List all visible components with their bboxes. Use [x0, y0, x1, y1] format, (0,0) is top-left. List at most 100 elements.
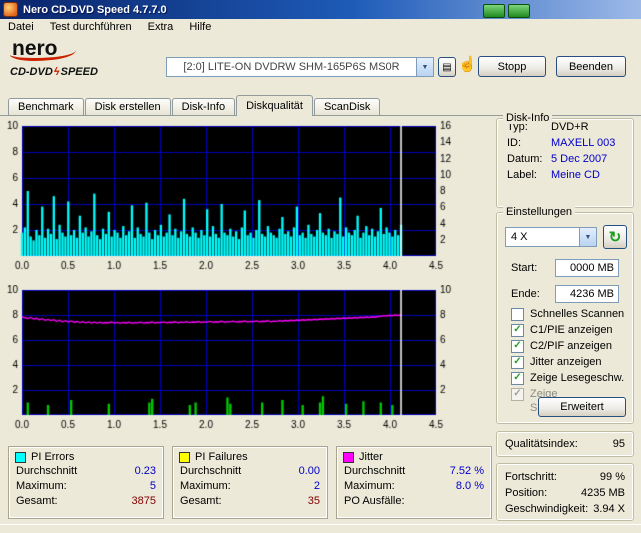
checkbox-label: Zeige Lesegeschw. [530, 372, 625, 384]
speed-value: 3.94 X [593, 503, 625, 515]
quality-index-value: 95 [612, 438, 625, 450]
tab-disk-erstellen[interactable]: Disk erstellen [84, 98, 171, 115]
checkbox-box [511, 308, 524, 321]
menu-datei[interactable]: Datei [0, 19, 42, 36]
pi-errors-swatch [15, 451, 26, 463]
checkbox-box: ✓ [511, 388, 524, 401]
pi-failures-stats-title: PI Failures [195, 451, 248, 463]
checkbox-label: Schnelles Scannen [530, 308, 625, 320]
pi-errors-stats-title: PI Errors [31, 451, 75, 463]
nero-logo: nero [12, 37, 58, 60]
jitter-swatch [343, 451, 354, 463]
quality-index-label: Qualitätsindex: [505, 438, 578, 450]
exit-button[interactable]: Beenden [556, 56, 626, 77]
pi-errors-stats: PI Errors Durchschnitt 0.23 Maximum: 5 Ges… [8, 446, 164, 519]
checkbox-label: Jitter anzeigen [530, 356, 602, 368]
title-bar: Nero CD-DVD Speed 4.7.7.0 [0, 0, 641, 19]
refresh-icon: ↻ [608, 229, 622, 246]
quality-index-panel: Qualitätsindex: 95 [496, 431, 634, 457]
stat-label: Durchschnitt [344, 465, 406, 477]
cdspeed-logo: CD-DVDϟSPEED [10, 66, 98, 78]
stat-value: 0.00 [298, 465, 320, 477]
settings-group: Einstellungen 4 X ▼ ↻ Start: Ende: Schne… [496, 206, 634, 424]
tab-disk-info[interactable]: Disk-Info [171, 98, 236, 115]
checkbox-jitter[interactable]: ✓ Jitter anzeigen [511, 355, 602, 369]
position-value: 4235 MB [580, 487, 625, 499]
stop-button[interactable]: Stopp [478, 56, 546, 77]
chevron-down-icon[interactable]: ▼ [579, 228, 596, 246]
menu-hilfe[interactable]: Hilfe [181, 19, 219, 36]
stat-value: 8.0 % [455, 480, 484, 492]
disk-type-value: DVD+R [551, 121, 589, 133]
minimize-button[interactable] [483, 4, 505, 18]
refresh-button[interactable]: ↻ [603, 225, 627, 249]
checkbox-schnelles-scannen[interactable]: Schnelles Scannen [511, 307, 624, 321]
progress-panel: Fortschritt: 99 % Position: 4235 MB Geschw… [496, 463, 634, 521]
pi-errors-chart [4, 120, 464, 276]
checkbox-box: ✓ [511, 356, 524, 369]
status-bar [0, 524, 641, 533]
start-input[interactable] [555, 259, 619, 277]
disk-label-label: Label: [507, 169, 537, 181]
jitter-pif-chart [4, 285, 464, 435]
menu-test-durchfuehren[interactable]: Test durchführen [42, 19, 140, 36]
start-label: Start: [511, 262, 538, 274]
speed-label: Geschwindigkeit: [505, 503, 589, 515]
progress-value: 99 % [599, 471, 625, 483]
disk-info-title: Disk-Info [503, 112, 553, 124]
progress-label: Fortschritt: [505, 471, 557, 483]
logo-speed-text: SPEED [60, 66, 98, 78]
speed-select[interactable]: 4 X ▼ [505, 227, 597, 247]
menu-extra[interactable]: Extra [140, 19, 182, 36]
lightning-icon: ϟ [53, 66, 60, 78]
stat-label: Gesamt: [180, 495, 222, 507]
stat-value: 5 [149, 480, 156, 492]
stat-label: Gesamt: [16, 495, 58, 507]
stat-label: Maximum: [180, 480, 231, 492]
end-label: Ende: [511, 288, 540, 300]
logo-cd-text: CD-DVD [10, 66, 53, 78]
tray-icon: ▤ [442, 61, 452, 73]
stat-label: Durchschnitt [180, 465, 242, 477]
checkbox-box: ✓ [511, 324, 524, 337]
position-label: Position: [505, 487, 548, 499]
disk-info-group: Disk-Info Typ: DVD+R ID: MAXELL 003 Datum:… [496, 112, 634, 208]
end-input[interactable] [555, 285, 619, 303]
eject-button[interactable]: ▤ [438, 57, 456, 77]
disk-date-value: 5 Dec 2007 [551, 153, 608, 165]
stat-value: 7.52 % [449, 465, 484, 477]
close-button[interactable] [508, 4, 530, 18]
stat-label: Maximum: [344, 480, 395, 492]
drive-select[interactable]: [2:0] LITE-ON DVDRW SHM-165P6S MS0R ▼ [166, 57, 434, 77]
disk-label-value: Meine CD [551, 169, 600, 181]
pi-failures-swatch [179, 451, 190, 463]
hand-cursor-icon: ☝ [458, 56, 477, 73]
jitter-stats: Jitter Durchschnitt 7.52 % Maximum: 8.0 % … [336, 446, 492, 519]
tab-scandisk[interactable]: ScanDisk [313, 98, 381, 115]
advanced-button[interactable]: Erweitert [538, 397, 626, 417]
window-title: Nero CD-DVD Speed 4.7.7.0 [23, 3, 167, 16]
disk-id-label: ID: [507, 137, 522, 149]
checkbox-label: C1/PIE anzeigen [530, 324, 613, 336]
disk-date-label: Datum: [507, 153, 543, 165]
disk-id-value: MAXELL 003 [551, 137, 616, 149]
checkbox-box: ✓ [511, 372, 524, 385]
checkbox-c2-pif[interactable]: ✓ C2/PIF anzeigen [511, 339, 612, 353]
app-icon [3, 2, 18, 17]
tab-benchmark[interactable]: Benchmark [8, 98, 84, 115]
drive-select-value: [2:0] LITE-ON DVDRW SHM-165P6S MS0R [183, 61, 400, 73]
checkbox-lesegeschw[interactable]: ✓ Zeige Lesegeschw. [511, 371, 624, 385]
tab-diskqualitaet[interactable]: Diskqualität [236, 95, 313, 116]
jitter-stats-title: Jitter [359, 451, 383, 463]
stat-label: Maximum: [16, 480, 67, 492]
stat-value: 2 [313, 480, 320, 492]
stat-value: 35 [307, 495, 320, 507]
stat-label: PO Ausfälle: [344, 495, 405, 507]
menu-bar: Datei Test durchführen Extra Hilfe [0, 19, 641, 36]
checkbox-label: C2/PIF anzeigen [530, 340, 612, 352]
checkbox-c1-pie[interactable]: ✓ C1/PIE anzeigen [511, 323, 613, 337]
chevron-down-icon[interactable]: ▼ [416, 58, 433, 76]
settings-title: Einstellungen [503, 206, 576, 218]
stat-value: 0.23 [134, 465, 156, 477]
speed-select-value: 4 X [511, 231, 528, 243]
